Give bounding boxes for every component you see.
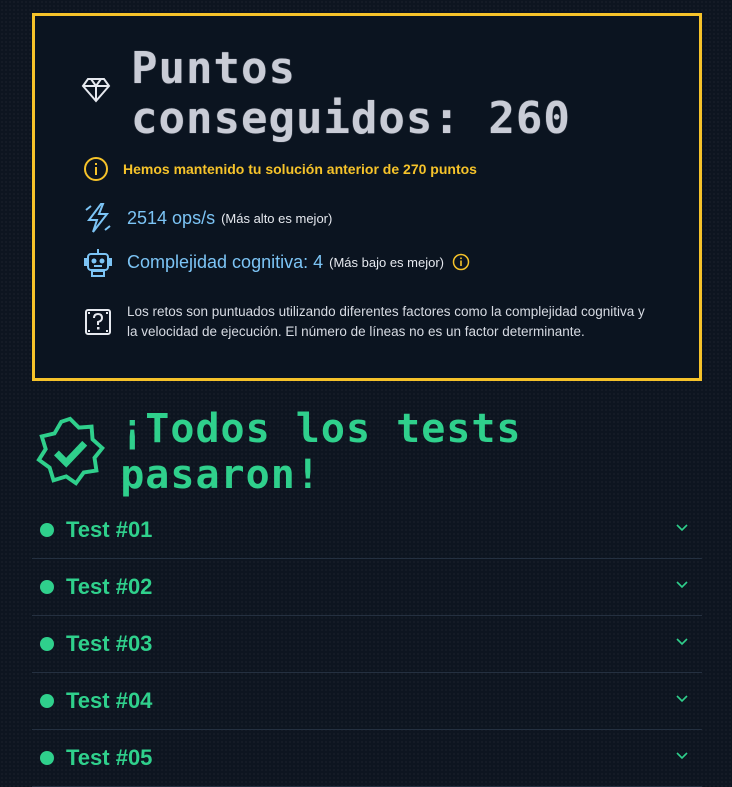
- previous-solution-message: Hemos mantenido tu solución anterior de …: [123, 161, 477, 177]
- robot-icon: [84, 249, 112, 277]
- pass-status-dot: [40, 523, 54, 537]
- scoring-note: Los retos son puntuados utilizando difer…: [127, 304, 645, 339]
- scoring-note-row: Los retos son puntuados utilizando difer…: [83, 302, 647, 342]
- test-label: Test #05: [66, 745, 153, 770]
- tests-passed-banner: ¡Todos los tests pasaron!: [34, 406, 732, 498]
- chevron-down-icon[interactable]: [676, 524, 688, 532]
- complexity-row: Complejidad cognitiva: 4 (Más bajo es me…: [83, 246, 470, 278]
- question-box-icon: [85, 309, 111, 335]
- previous-solution-row: Hemos mantenido tu solución anterior de …: [83, 156, 477, 182]
- complexity-note: (Más bajo es mejor): [329, 254, 444, 270]
- ops-value: 2514 ops/s: [127, 207, 216, 228]
- info-icon: [84, 157, 108, 181]
- chevron-down-icon[interactable]: [676, 581, 688, 589]
- complexity-info-icon[interactable]: [452, 253, 470, 271]
- test-item[interactable]: Test #03: [32, 616, 702, 673]
- score-title: Puntos conseguidos: 260: [131, 43, 571, 144]
- lightning-icon: [85, 203, 111, 233]
- test-label: Test #04: [66, 688, 153, 713]
- test-label: Test #01: [66, 517, 153, 542]
- chevron-down-icon[interactable]: [676, 638, 688, 646]
- test-item[interactable]: Test #02: [32, 559, 702, 616]
- test-label: Test #02: [66, 574, 153, 599]
- chevron-down-icon[interactable]: [676, 695, 688, 703]
- tests-passed-headline: ¡Todos los tests pasaron!: [120, 406, 522, 498]
- score-title-row: Puntos conseguidos: 260: [81, 43, 643, 144]
- pass-status-dot: [40, 694, 54, 708]
- pass-status-dot: [40, 637, 54, 651]
- test-item[interactable]: Test #01: [32, 502, 702, 559]
- test-item[interactable]: Test #05: [32, 730, 702, 787]
- test-label: Test #03: [66, 631, 153, 656]
- ops-row: 2514 ops/s (Más alto es mejor): [83, 202, 332, 234]
- chevron-down-icon[interactable]: [676, 752, 688, 760]
- pass-status-dot: [40, 751, 54, 765]
- test-item[interactable]: Test #04: [32, 673, 702, 730]
- score-panel: Puntos conseguidos: 260 Hemos mantenido …: [32, 13, 702, 381]
- complexity-value: Complejidad cognitiva: 4: [127, 251, 324, 272]
- ops-note: (Más alto es mejor): [221, 210, 333, 226]
- check-badge-icon: [36, 416, 105, 486]
- pass-status-dot: [40, 580, 54, 594]
- test-list: Test #01 Test #02 Test #03 Test #04 Test…: [32, 502, 702, 787]
- diamond-icon: [81, 78, 111, 103]
